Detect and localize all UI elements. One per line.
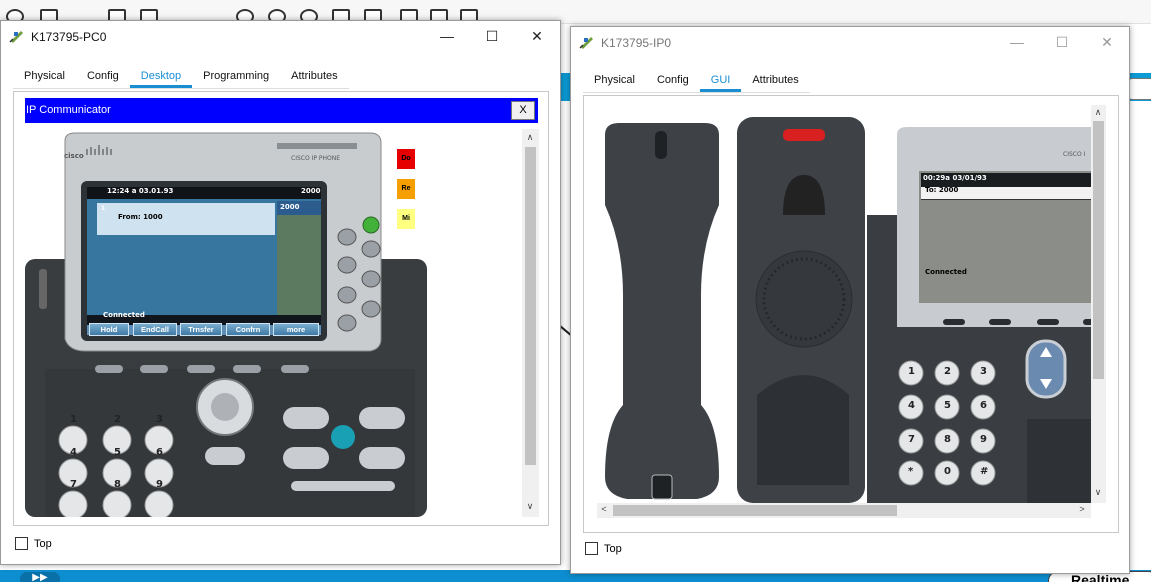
window-title: K173795-IP0	[601, 36, 672, 50]
play-icon[interactable]: ▶▶	[20, 572, 60, 582]
ip-phone-window: K173795-IP0 — ☐ ✕ Physical Config GUI At…	[570, 26, 1130, 574]
ip-phone-image	[597, 105, 1091, 503]
gui-horizontal-scrollbar[interactable]: < >	[597, 503, 1091, 518]
key-1[interactable]: 1	[70, 414, 77, 425]
tab-gui[interactable]: GUI	[699, 69, 742, 92]
top-checkbox-row[interactable]: Top	[585, 542, 622, 555]
scroll-up-icon[interactable]: ∧	[1091, 107, 1105, 118]
phone-extension: 2000	[301, 187, 321, 195]
key-8[interactable]: 8	[114, 479, 121, 490]
top-checkbox-row[interactable]: Top	[15, 537, 52, 550]
pc-window: K173795-PC0 — ☐ ✕ Physical Config Deskto…	[0, 20, 561, 565]
line-number: 1	[101, 205, 106, 212]
key-7[interactable]: 7	[70, 479, 77, 490]
softkey-more[interactable]: more	[273, 323, 319, 336]
key-6[interactable]: 6	[156, 447, 163, 458]
key-4[interactable]: 4	[70, 447, 77, 458]
minimize-button[interactable]: —	[995, 29, 1039, 55]
horizontal-scroll-thumb[interactable]	[613, 505, 897, 516]
ip-tabs: Physical Config GUI Attributes	[583, 69, 810, 93]
top-checkbox[interactable]	[585, 542, 598, 555]
app-close-button[interactable]: X	[511, 101, 535, 120]
minimize-button[interactable]: —	[425, 23, 469, 49]
top-checkbox[interactable]	[15, 537, 28, 550]
device-icon	[9, 31, 23, 43]
softkey-endcall[interactable]: EndCall	[133, 323, 177, 336]
tab-config[interactable]: Config	[646, 69, 700, 92]
phone-time-date: 12:24 a 03.01.93	[107, 187, 174, 195]
tab-config[interactable]: Config	[76, 65, 130, 88]
key-2[interactable]: 2	[944, 366, 951, 377]
app-title: IP Communicator	[26, 104, 111, 116]
side-button-re[interactable]: Re	[397, 179, 415, 199]
tab-attributes[interactable]: Attributes	[280, 65, 348, 88]
key-1[interactable]: 1	[908, 366, 915, 377]
call-from: From: 1000	[118, 213, 163, 221]
ip-titlebar[interactable]: K173795-IP0 — ☐ ✕	[571, 27, 1129, 59]
key-pound[interactable]: #	[980, 466, 988, 477]
device-icon	[579, 37, 593, 49]
scroll-thumb[interactable]	[525, 147, 536, 465]
key-8[interactable]: 8	[944, 434, 951, 445]
scroll-right-icon[interactable]: >	[1075, 504, 1089, 514]
key-star[interactable]: *	[908, 466, 913, 477]
key-6[interactable]: 6	[980, 400, 987, 411]
top-label: Top	[34, 537, 52, 550]
ip-communicator-header: IP Communicator X	[25, 98, 538, 123]
call-to: To: 2000	[925, 186, 959, 194]
call-status: Connected	[103, 311, 145, 319]
close-button[interactable]: ✕	[1085, 29, 1129, 55]
gui-vertical-scrollbar[interactable]: ∧ ∨	[1091, 105, 1106, 503]
phone-scrollbar[interactable]: ∧ ∨	[522, 129, 539, 517]
pc-titlebar[interactable]: K173795-PC0 — ☐ ✕	[1, 21, 560, 53]
phone-brand: CISCO IP PHONE	[291, 155, 341, 162]
maximize-button[interactable]: ☐	[1040, 29, 1084, 55]
pc-tabs: Physical Config Desktop Programming Attr…	[13, 65, 349, 89]
softkey-conference[interactable]: Confrn	[226, 323, 270, 336]
softkey-hold[interactable]: Hold	[89, 323, 129, 336]
mountain-icon[interactable]	[1128, 78, 1151, 100]
tab-physical[interactable]: Physical	[583, 69, 646, 92]
tab-desktop[interactable]: Desktop	[129, 65, 193, 88]
vertical-scroll-thumb[interactable]	[1093, 121, 1104, 379]
side-button-mi[interactable]: Mi	[397, 209, 415, 229]
line-extension: 2000	[280, 203, 300, 211]
softkey-transfer[interactable]: Trnsfer	[180, 323, 222, 336]
tab-programming[interactable]: Programming	[192, 65, 280, 88]
key-4[interactable]: 4	[908, 400, 915, 411]
key-5[interactable]: 5	[944, 400, 951, 411]
scroll-up-icon[interactable]: ∧	[523, 132, 537, 143]
key-2[interactable]: 2	[114, 414, 121, 425]
key-7[interactable]: 7	[908, 434, 915, 445]
phone-time-date: 00:29a 03/01/93	[923, 174, 987, 182]
side-button-do[interactable]: Do	[397, 149, 415, 169]
key-0[interactable]: 0	[944, 466, 951, 477]
scroll-down-icon[interactable]: ∨	[1091, 487, 1105, 498]
scroll-left-icon[interactable]: <	[597, 504, 611, 514]
phone-brand: CISCO I	[1063, 151, 1086, 158]
scroll-down-icon[interactable]: ∨	[523, 501, 537, 512]
key-9[interactable]: 9	[156, 479, 163, 490]
cisco-logo-text: cisco	[64, 152, 84, 160]
key-5[interactable]: 5	[114, 447, 121, 458]
close-button[interactable]: ✕	[515, 23, 559, 49]
top-label: Top	[604, 542, 622, 555]
tab-physical[interactable]: Physical	[13, 65, 76, 88]
key-3[interactable]: 3	[156, 414, 163, 425]
tab-attributes[interactable]: Attributes	[741, 69, 809, 92]
maximize-button[interactable]: ☐	[470, 23, 514, 49]
key-9[interactable]: 9	[980, 434, 987, 445]
key-3[interactable]: 3	[980, 366, 987, 377]
call-status: Connected	[925, 268, 967, 276]
window-title: K173795-PC0	[31, 30, 107, 44]
